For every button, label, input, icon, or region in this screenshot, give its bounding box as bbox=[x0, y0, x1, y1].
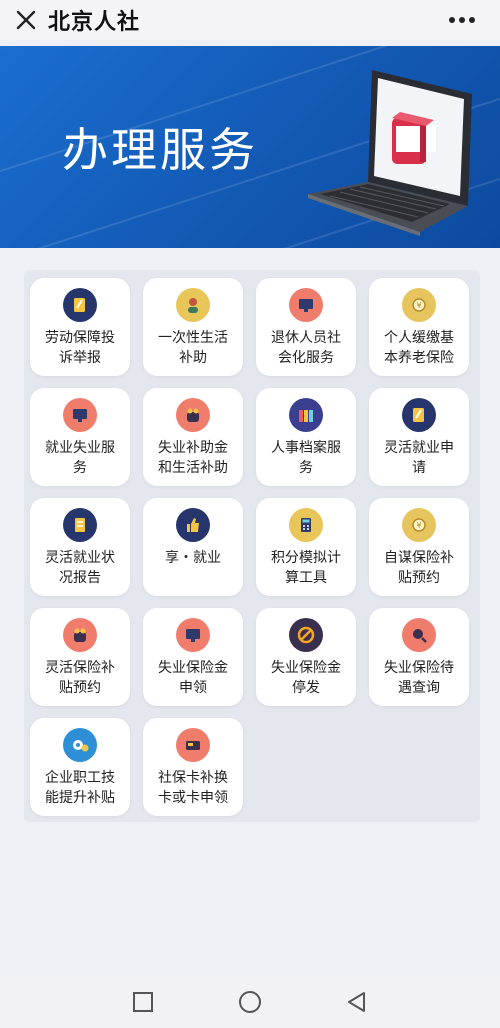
system-nav-bar bbox=[0, 976, 500, 1028]
service-card[interactable]: 享・就业 bbox=[143, 498, 243, 596]
service-label: 失业补助金 和生活补助 bbox=[158, 440, 228, 476]
recent-apps-button[interactable] bbox=[123, 982, 163, 1022]
money-bag-icon bbox=[63, 618, 97, 652]
prohibited-icon bbox=[289, 618, 323, 652]
service-label: 个人缓缴基 本养老保险 bbox=[384, 330, 454, 366]
circle-icon bbox=[238, 991, 261, 1013]
close-button[interactable] bbox=[6, 0, 46, 40]
svg-text:¥: ¥ bbox=[416, 521, 421, 530]
service-card[interactable]: 人事档案服务 bbox=[256, 388, 356, 486]
pen-icon bbox=[402, 398, 436, 432]
service-label: 积分模拟计 算工具 bbox=[271, 550, 341, 586]
search-icon bbox=[402, 618, 436, 652]
back-button[interactable] bbox=[337, 982, 377, 1022]
service-card[interactable]: 灵活就业申请 bbox=[369, 388, 469, 486]
service-label: 劳动保障投 诉举报 bbox=[45, 330, 115, 366]
service-card[interactable]: 失业保险金 停发 bbox=[256, 608, 356, 706]
title-bar: 北京人社 bbox=[0, 0, 500, 40]
computer-icon bbox=[63, 398, 97, 432]
service-card[interactable]: 退休人员社 会化服务 bbox=[256, 278, 356, 376]
service-card[interactable]: ¥ 自谋保险补 贴预约 bbox=[369, 498, 469, 596]
home-button[interactable] bbox=[230, 982, 270, 1022]
service-label: 企业职工技 能提升补贴 bbox=[45, 770, 115, 806]
more-button[interactable] bbox=[442, 6, 482, 34]
service-card[interactable]: 社保卡补换 卡或卡申领 bbox=[143, 718, 243, 816]
service-card[interactable]: 灵活就业状 况报告 bbox=[30, 498, 130, 596]
service-label: 失业保险金 停发 bbox=[271, 660, 341, 696]
service-label: 自谋保险补 贴预约 bbox=[384, 550, 454, 586]
service-label: 灵活保险补 贴预约 bbox=[45, 660, 115, 696]
service-card[interactable]: 积分模拟计 算工具 bbox=[256, 498, 356, 596]
service-card[interactable]: 灵活保险补 贴预约 bbox=[30, 608, 130, 706]
page-title: 北京人社 bbox=[48, 10, 141, 35]
service-card[interactable]: 就业失业服务 bbox=[30, 388, 130, 486]
gear-coin-icon bbox=[63, 728, 97, 762]
pen-icon bbox=[63, 288, 97, 322]
thumbs-up-icon bbox=[176, 508, 210, 542]
service-card[interactable]: 企业职工技 能提升补贴 bbox=[30, 718, 130, 816]
service-card[interactable]: 失业保险待 遇查询 bbox=[369, 608, 469, 706]
service-label: 灵活就业申请 bbox=[384, 440, 454, 476]
service-card[interactable]: ¥ 个人缓缴基 本养老保险 bbox=[369, 278, 469, 376]
computer-icon bbox=[176, 618, 210, 652]
close-icon bbox=[16, 10, 36, 30]
computer-icon bbox=[289, 288, 323, 322]
service-label: 社保卡补换 卡或卡申领 bbox=[158, 770, 228, 806]
triangle-back-icon bbox=[347, 992, 365, 1012]
service-label: 失业保险待 遇查询 bbox=[384, 660, 454, 696]
coin-icon: ¥ bbox=[402, 508, 436, 542]
person-icon bbox=[176, 288, 210, 322]
service-label: 失业保险金 申领 bbox=[158, 660, 228, 696]
service-card[interactable]: 失业保险金 申领 bbox=[143, 608, 243, 706]
service-card[interactable]: 失业补助金 和生活补助 bbox=[143, 388, 243, 486]
money-bag-icon bbox=[176, 398, 210, 432]
service-label: 就业失业服务 bbox=[45, 440, 115, 476]
folder-icon bbox=[289, 398, 323, 432]
document-icon bbox=[63, 508, 97, 542]
card-icon bbox=[176, 728, 210, 762]
service-grid: 劳动保障投 诉举报 一次性生活 补助 退休人员社 会化服务 ¥ 个人缓缴基 本养老保险就业失业服… bbox=[24, 270, 480, 822]
banner-title: 办理服务 bbox=[62, 123, 258, 177]
svg-text:¥: ¥ bbox=[416, 301, 421, 310]
service-label: 退休人员社 会化服务 bbox=[271, 330, 341, 366]
coin-icon: ¥ bbox=[402, 288, 436, 322]
service-card[interactable]: 一次性生活 补助 bbox=[143, 278, 243, 376]
service-label: 享・就业 bbox=[165, 550, 221, 566]
service-card[interactable]: 劳动保障投 诉举报 bbox=[30, 278, 130, 376]
calculator-icon bbox=[289, 508, 323, 542]
service-label: 一次性生活 补助 bbox=[158, 330, 228, 366]
laptop-mailbox-illustration bbox=[308, 70, 472, 236]
service-label: 灵活就业状 况报告 bbox=[45, 550, 115, 586]
square-icon bbox=[133, 992, 154, 1012]
more-icon bbox=[449, 17, 455, 23]
service-label: 人事档案服务 bbox=[271, 440, 341, 476]
service-banner: 办理服务 bbox=[0, 46, 500, 248]
